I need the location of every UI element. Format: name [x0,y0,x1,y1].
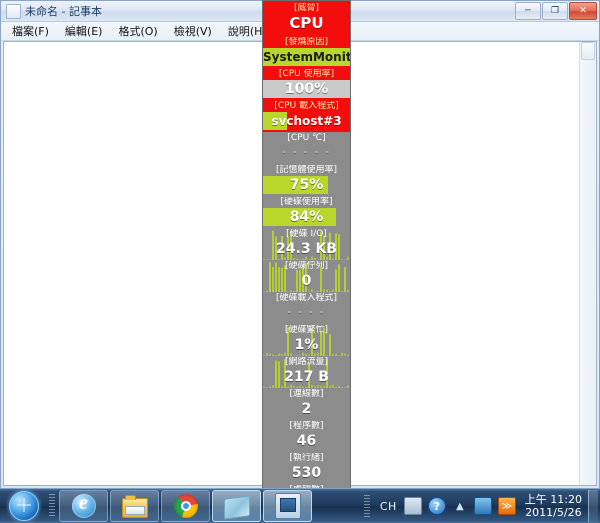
gadget-row[interactable]: [硬碟繁忙] 1% [263,324,350,356]
gadget-row-value-area: 46 [263,432,350,450]
gadget-row-label: [記憶體使用率] [275,165,338,175]
quicklaunch-grip[interactable] [49,494,55,518]
gadget-row-label: [程序數] [289,421,324,431]
language-indicator[interactable]: CH [380,500,397,513]
gadget-row-label: [硬碟使用率] [280,197,333,207]
gadget-row-value-area: CPU [263,14,350,32]
windows-taskbar: CH ? ▲ ≫ 上午 11:20 2011/5/26 [0,488,600,523]
menu-edit[interactable]: 編輯(E) [58,22,110,40]
gadget-row-value: 0 [301,273,312,289]
gadget-row-value: 100% [284,81,329,97]
gadget-row[interactable]: [CPU ℃] - - - - - [263,132,350,164]
gadget-row[interactable]: [硬碟佇列] 0 [263,260,350,292]
gadget-row-value-area: SystemMonitor [263,48,350,66]
gadget-row-label: [CPU ℃] [287,133,326,143]
gadget-row-value: 24.3 KB [276,241,337,257]
menu-view[interactable]: 檢視(V) [167,22,219,40]
close-button[interactable]: ✕ [569,2,597,20]
system-monitor-gadget[interactable]: [威脅]CPU[發燒原因]SystemMonitor[CPU 使用率]100%[… [262,0,351,489]
gadget-row[interactable]: [硬碟使用率] 84% [263,196,350,228]
chrome-icon [173,494,198,518]
folder-icon [121,494,148,518]
system-tray: CH ? ▲ ≫ 上午 11:20 2011/5/26 [363,490,600,522]
internet-explorer-icon [71,492,96,518]
gadget-row-value-area: 75% [263,176,350,194]
windows-logo-icon [9,491,39,521]
tray-box-icon[interactable] [403,497,422,515]
taskbar-button-google-chrome[interactable] [161,490,210,522]
gadget-row-value: SystemMonitor [263,50,350,64]
gadget-row[interactable]: [發燒原因] SystemMonitor [263,36,350,68]
gadget-row[interactable]: [執行緒] 530 [263,452,350,484]
gadget-row[interactable]: [CPU 載入程式] svchost#3 [263,100,350,132]
gadget-row[interactable]: [程序數] 46 [263,420,350,452]
gadget-row-value-area: 530 [263,464,350,482]
gadget-row-value: - - - - - [282,147,331,158]
restore-button[interactable]: ❐ [542,2,568,20]
gadget-row-value: svchost#3 [271,114,342,128]
gadget-row-value: 217 B [284,369,329,385]
gadget-row[interactable]: [CPU 使用率] 100% [263,68,350,100]
gadget-row-value-area: - - - - - [263,144,350,162]
gadget-row-label: [網路流量] [284,357,329,367]
gadget-row[interactable]: [網路流量] 217 B [263,356,350,388]
gadget-row-label: [CPU 使用率] [278,69,335,79]
window-title: 未命名 - 記事本 [25,5,102,18]
gadget-row[interactable]: [硬碟載入程式] - - - - [263,292,350,324]
show-desktop-button[interactable] [588,490,598,522]
start-button[interactable] [1,490,47,522]
gadget-row[interactable]: [威脅] CPU [263,1,350,36]
gadget-row-value-area: 24.3 KB [263,240,350,258]
gadget-row-value-area: 100% [263,80,350,98]
taskbar-button-internet-explorer[interactable] [59,490,108,522]
gadget-row[interactable]: [連線數] 2 [263,388,350,420]
clock-date: 2011/5/26 [525,506,582,519]
gadget-row-label: [硬碟 I/O] [286,229,327,239]
notepad-icon [223,495,250,520]
gadget-row-value: 46 [296,433,317,449]
gadget-row-label: [硬碟載入程式] [275,293,338,303]
gadget-row-value-area: svchost#3 [263,112,350,130]
gadget-row-value: 2 [301,401,312,417]
gadget-row-value: CPU [289,15,324,31]
gadget-row-label: [硬碟佇列] [284,261,329,271]
gadget-row-label: [發燒原因] [284,37,329,47]
taskbar-button-system-monitor[interactable] [263,490,312,522]
gadget-row-label: [連線數] [289,389,324,399]
gadget-row-label: [硬碟繁忙] [284,325,329,335]
gadget-row-value: 530 [291,465,322,481]
window-controls: ─ ❐ ✕ [515,2,597,20]
gadget-row-value: 1% [294,337,319,353]
monitor-icon [274,493,301,519]
notepad-document-icon [6,3,21,19]
gadget-row-label: [威脅] [293,3,320,13]
minimize-button[interactable]: ─ [515,2,541,20]
gadget-row-value: 75% [289,177,324,193]
messenger-icon[interactable] [473,497,492,515]
gadget-row-value-area: 2 [263,400,350,418]
gadget-row-value-area: 84% [263,208,350,226]
scrollbar-thumb[interactable] [581,42,595,60]
gadget-row[interactable]: [記憶體使用率] 75% [263,164,350,196]
gadget-row-value-area: - - - - [263,304,350,322]
menu-file[interactable]: 檔案(F) [5,22,56,40]
help-icon[interactable]: ? [427,497,446,515]
clock-time: 上午 11:20 [524,493,582,506]
gadget-row-label: [執行緒] [289,453,324,463]
tray-grip[interactable] [363,495,370,517]
menu-format[interactable]: 格式(O) [111,22,164,40]
gadget-row-value: 84% [289,209,324,225]
rss-icon[interactable]: ≫ [497,497,516,515]
clock[interactable]: 上午 11:20 2011/5/26 [525,493,582,519]
vertical-scrollbar[interactable] [579,42,596,485]
show-hidden-icons-icon[interactable]: ▲ [452,498,468,514]
taskbar-button-notepad[interactable] [212,490,261,522]
gadget-row[interactable]: [硬碟 I/O] 24.3 KB [263,228,350,260]
taskbar-button-windows-explorer[interactable] [110,490,159,522]
gadget-row-label: [CPU 載入程式] [274,101,339,111]
gadget-row-value: - - - - [287,307,326,318]
